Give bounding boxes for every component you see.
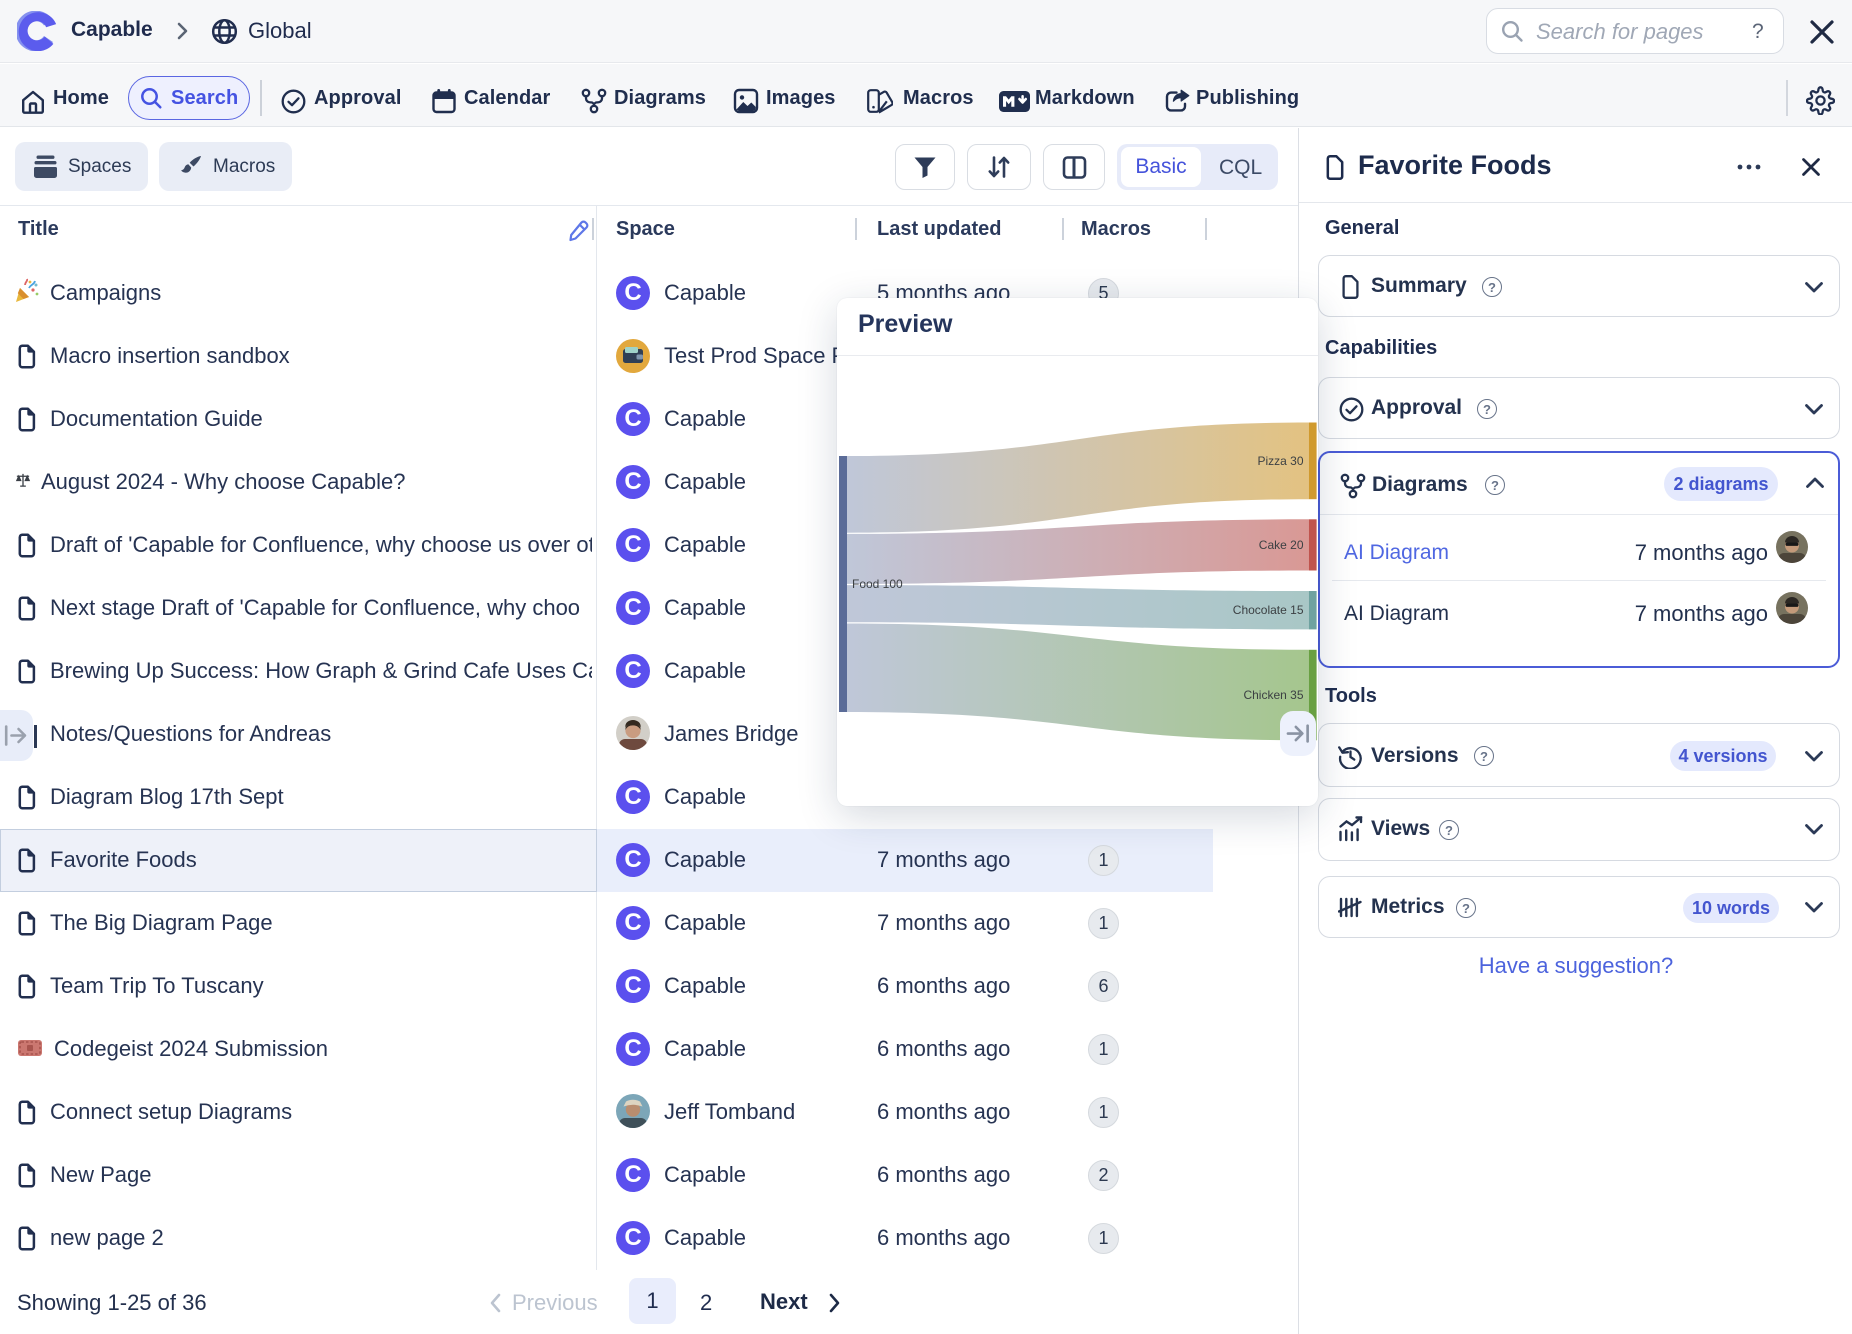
svg-text:Cake 20: Cake 20: [1259, 538, 1304, 552]
svg-text:Chocolate 15: Chocolate 15: [1233, 603, 1304, 617]
svg-text:Food 100: Food 100: [852, 577, 903, 591]
svg-text:Chicken 35: Chicken 35: [1243, 688, 1303, 702]
svg-text:Pizza 30: Pizza 30: [1257, 454, 1303, 468]
